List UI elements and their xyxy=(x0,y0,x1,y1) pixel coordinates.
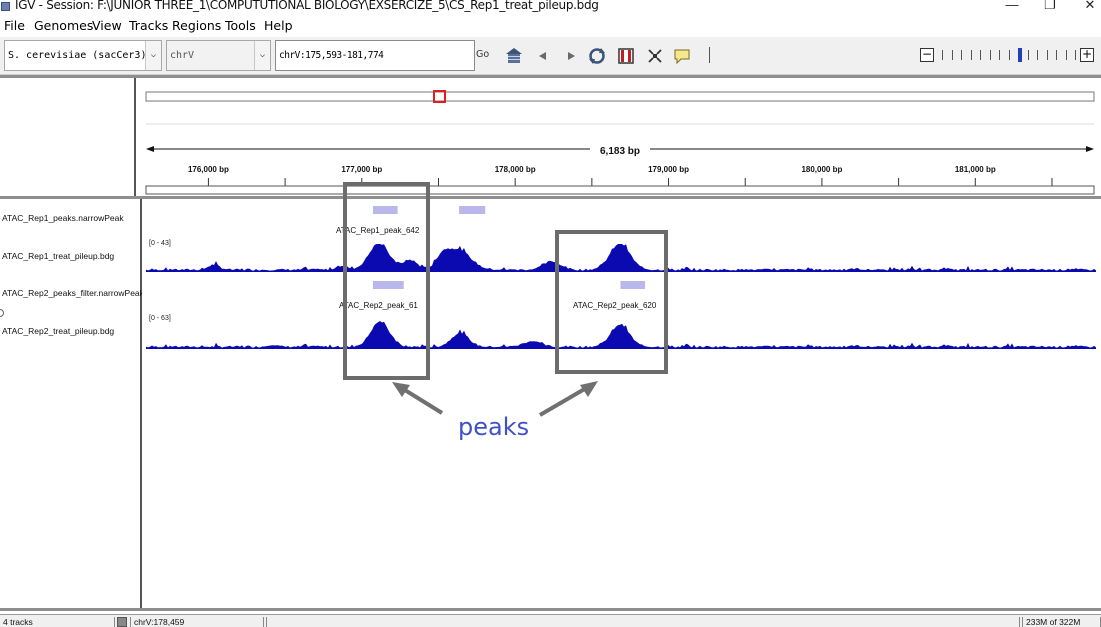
status-indicator-icon xyxy=(117,617,127,627)
zoom-tick[interactable] xyxy=(1046,50,1048,60)
zoom-tick[interactable] xyxy=(1027,50,1029,60)
zoom-tick[interactable] xyxy=(989,50,991,60)
track-name-rep1-pileup[interactable]: ATAC_Rep1_treat_pileup.bdg xyxy=(2,251,114,261)
peak-highlight-box-1 xyxy=(343,182,430,380)
zoom-tick[interactable] xyxy=(961,50,962,60)
menu-file[interactable]: File xyxy=(4,18,25,33)
zoom-in-button[interactable]: + xyxy=(1080,48,1094,62)
arrow-left-line xyxy=(398,385,444,415)
menu-view[interactable]: View xyxy=(92,18,122,33)
zoom-tick[interactable] xyxy=(1037,50,1038,60)
span-label: 6,183 bp xyxy=(600,146,640,157)
track-name-rep1-peaks[interactable]: ATAC_Rep1_peaks.narrowPeak xyxy=(2,213,124,223)
arrow-right-line xyxy=(538,385,590,417)
header-name-panel xyxy=(0,78,136,196)
rep2-data-range: [0 - 63] xyxy=(149,315,171,322)
zoom-tick[interactable] xyxy=(1008,50,1010,60)
span-arrow-left xyxy=(146,146,154,152)
arrow-right-head xyxy=(580,381,598,397)
genome-value: S. cerevisiae (sacCer3) xyxy=(8,50,147,61)
track-name-panel: ATAC_Rep1_peaks.narrowPeak ATAC_Rep1_tre… xyxy=(0,199,144,608)
status-message xyxy=(266,617,1020,627)
genome-dropdown[interactable]: S. cerevisiae (sacCer3) ⌵ xyxy=(4,40,162,71)
peaks-annotation-label: peaks xyxy=(458,413,530,441)
zoom-tick[interactable] xyxy=(980,50,981,60)
locus-search-input[interactable]: chrV:175,593-181,774 xyxy=(275,40,475,71)
status-memory: 233M of 322M xyxy=(1022,617,1101,627)
zoom-tick[interactable] xyxy=(1075,50,1076,60)
zoom-widget[interactable]: − + xyxy=(920,48,1098,64)
status-track-count: 4 tracks xyxy=(0,617,115,627)
zoom-tick[interactable] xyxy=(1065,50,1067,60)
zoom-tick[interactable] xyxy=(951,50,953,60)
menu-genomes[interactable]: Genomes xyxy=(34,18,93,33)
popup-icon[interactable] xyxy=(673,47,691,65)
ruler-tick-label: 177,000 bp xyxy=(341,165,382,174)
menu-help[interactable]: Help xyxy=(264,18,293,33)
toolbar-separator xyxy=(709,47,710,63)
zoom-tick[interactable] xyxy=(970,50,972,60)
menu-bar: File Genomes View Tracks Regions Tools H… xyxy=(0,16,1101,36)
region-icon[interactable] xyxy=(617,47,635,65)
rep1-data-range: [0 - 43] xyxy=(149,240,171,247)
panel-divider xyxy=(0,608,1101,611)
menu-tracks[interactable]: Tracks xyxy=(129,18,168,33)
ruler-tick-label: 179,000 bp xyxy=(648,165,689,174)
status-bar: 4 tracks chrV:178,459 233M of 322M xyxy=(0,614,1101,627)
ruler-ticks: 176,000 bp 177,000 bp 178,000 bp 179,000 bp… xyxy=(188,165,1053,186)
toolbar: S. cerevisiae (sacCer3) ⌵ chrV ⌵ chrV:17… xyxy=(0,37,1101,75)
minimize-button[interactable]: — xyxy=(1002,0,1022,12)
chromosome-ideogram[interactable] xyxy=(145,91,1095,102)
ruler-tick-label: 180,000 bp xyxy=(801,165,842,174)
forward-icon[interactable] xyxy=(562,47,580,65)
zoom-out-button[interactable]: − xyxy=(920,48,934,62)
chromosome-value: chrV xyxy=(170,50,195,61)
chromosome-dropdown[interactable]: chrV ⌵ xyxy=(166,40,271,71)
home-icon[interactable] xyxy=(505,47,523,65)
zoom-tick[interactable] xyxy=(942,50,943,60)
back-icon[interactable] xyxy=(534,47,552,65)
ruler-tick-label: 181,000 bp xyxy=(955,165,996,174)
go-button[interactable]: Go xyxy=(476,40,492,71)
fit-icon[interactable] xyxy=(646,47,664,65)
chevron-down-icon: ⌵ xyxy=(145,41,161,70)
refresh-icon[interactable] xyxy=(588,47,606,65)
zoom-tick[interactable] xyxy=(999,50,1000,60)
menu-tools[interactable]: Tools xyxy=(225,18,256,33)
restore-button[interactable]: ❐ xyxy=(1040,0,1060,13)
status-position: chrV:178,459 xyxy=(130,617,264,627)
peak-highlight-box-2 xyxy=(555,230,668,374)
zoom-tick[interactable] xyxy=(1056,50,1057,60)
close-button[interactable]: ✕ xyxy=(1080,0,1100,13)
span-arrow-right xyxy=(1086,146,1094,152)
igv-app-icon xyxy=(1,2,10,11)
window-title: IGV - Session: F:\JUNIOR THREE_1\COMPUTU… xyxy=(15,0,599,12)
track-name-rep2-pileup[interactable]: ATAC_Rep2_treat_pileup.bdg xyxy=(2,326,114,336)
chevron-down-icon: ⌵ xyxy=(254,41,270,70)
scroll-handle-icon[interactable] xyxy=(0,309,4,317)
menu-regions[interactable]: Regions xyxy=(172,18,221,33)
zoom-current-level[interactable] xyxy=(1018,48,1022,62)
ruler-tick-label: 178,000 bp xyxy=(495,165,536,174)
title-bar: IGV - Session: F:\JUNIOR THREE_1\COMPUTU… xyxy=(0,0,1101,14)
ruler-tick-label: 176,000 bp xyxy=(188,165,229,174)
ruler-svg: 6,183 bp 176,000 bp 177,000 bp 178,000 bp 1… xyxy=(145,90,1095,195)
peak-feature[interactable] xyxy=(459,206,486,214)
ruler-panel: 6,183 bp 176,000 bp 177,000 bp 178,000 bp 1… xyxy=(140,78,1101,196)
track-name-rep2-peaks[interactable]: ATAC_Rep2_peaks_filter.narrowPeak xyxy=(2,288,144,298)
